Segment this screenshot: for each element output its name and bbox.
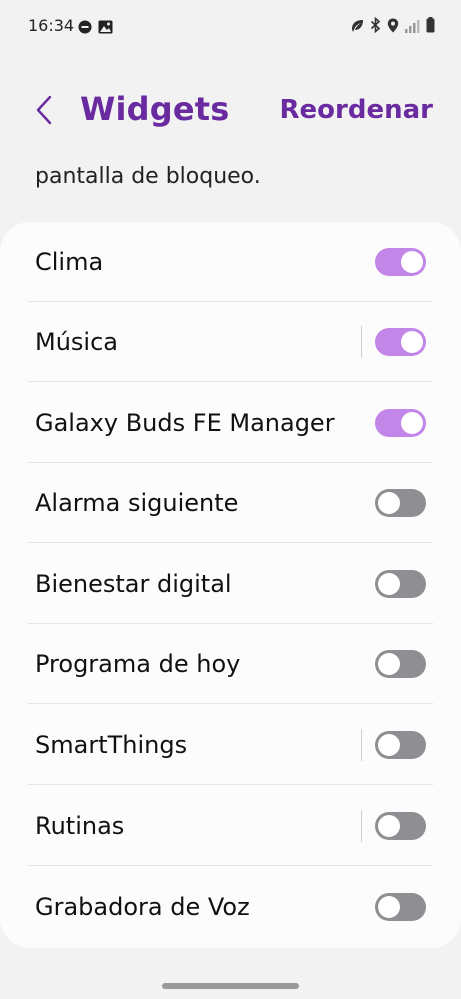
toggle-switch[interactable]: [375, 409, 426, 437]
toggle-knob: [401, 412, 423, 434]
list-item-label: Galaxy Buds FE Manager: [35, 409, 335, 437]
toggle-switch[interactable]: [375, 731, 426, 759]
list-item-label: Clima: [35, 248, 104, 276]
toggle-knob: [378, 573, 400, 595]
divider: [28, 865, 433, 866]
battery-icon: [426, 17, 435, 37]
list-item-label: Programa de hoy: [35, 650, 241, 678]
list-item-label: Música: [35, 328, 118, 356]
toggle-knob: [378, 492, 400, 514]
toggle-knob: [378, 896, 400, 918]
status-left-icons: [78, 19, 113, 38]
vertical-divider: [361, 326, 362, 358]
list-item-label: Alarma siguiente: [35, 489, 239, 517]
list-item-clima[interactable]: Clima: [0, 222, 461, 302]
widget-list: Clima Música Galaxy Buds FE Manager Alar…: [0, 222, 461, 948]
toggle-switch[interactable]: [375, 248, 426, 276]
list-item-musica[interactable]: Música: [0, 302, 461, 382]
toggle-switch[interactable]: [375, 893, 426, 921]
list-item-label: Bienestar digital: [35, 570, 232, 598]
divider: [28, 784, 433, 785]
subtitle: pantalla de bloqueo.: [35, 164, 261, 189]
bluetooth-icon: [370, 16, 381, 37]
location-icon: [387, 18, 399, 37]
list-item-label: Rutinas: [35, 812, 125, 840]
gallery-icon: [98, 19, 113, 38]
toggle-switch[interactable]: [375, 650, 426, 678]
list-item-label: Grabadora de Voz: [35, 893, 250, 921]
toggle-switch[interactable]: [375, 812, 426, 840]
list-item-smartthings[interactable]: SmartThings: [0, 705, 461, 785]
toggle-switch[interactable]: [375, 570, 426, 598]
list-item-galaxy-buds[interactable]: Galaxy Buds FE Manager: [0, 383, 461, 463]
vertical-divider: [361, 810, 362, 842]
toggle-switch[interactable]: [375, 328, 426, 356]
list-item-rutinas[interactable]: Rutinas: [0, 786, 461, 866]
toggle-knob: [401, 331, 423, 353]
status-bar: 16:34: [0, 0, 461, 52]
status-time: 16:34: [28, 16, 75, 35]
list-item-bienestar[interactable]: Bienestar digital: [0, 544, 461, 624]
divider: [28, 542, 433, 543]
toggle-switch[interactable]: [375, 489, 426, 517]
leaf-icon: [351, 18, 364, 37]
gesture-nav-handle[interactable]: [162, 983, 299, 989]
list-item-alarma[interactable]: Alarma siguiente: [0, 463, 461, 543]
divider: [28, 703, 433, 704]
toggle-knob: [378, 653, 400, 675]
status-right-icons: [351, 16, 435, 37]
list-item-programa[interactable]: Programa de hoy: [0, 624, 461, 704]
list-item-grabadora[interactable]: Grabadora de Voz: [0, 867, 461, 947]
divider: [28, 381, 433, 382]
reorder-button[interactable]: Reordenar: [280, 95, 433, 125]
app-bar: Widgets Reordenar: [0, 80, 461, 144]
page-title: Widgets: [80, 90, 230, 128]
chevron-left-icon: [35, 94, 53, 130]
back-button[interactable]: [30, 94, 58, 130]
toggle-knob: [378, 815, 400, 837]
list-item-label: SmartThings: [35, 731, 188, 759]
toggle-knob: [401, 251, 423, 273]
dnd-icon: [78, 19, 92, 38]
signal-icon: [405, 18, 420, 37]
vertical-divider: [361, 729, 362, 761]
toggle-knob: [378, 734, 400, 756]
